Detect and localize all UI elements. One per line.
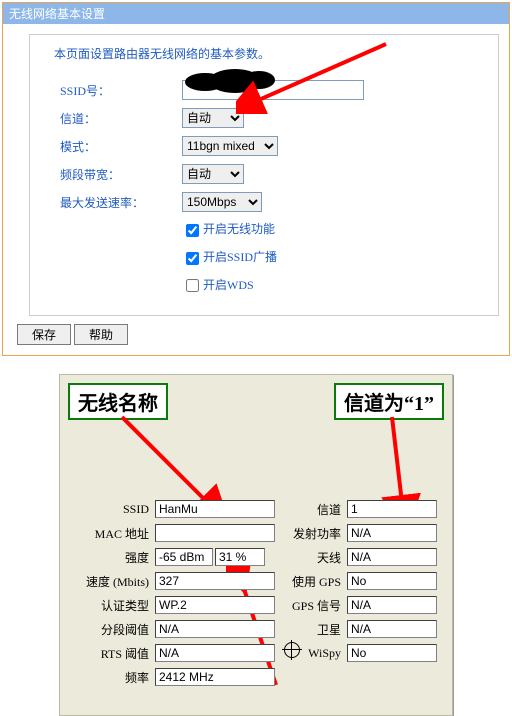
info-strength-pct-field[interactable] xyxy=(215,548,265,566)
enable-wds-row[interactable]: 开启WDS xyxy=(182,278,254,292)
info-antenna-field[interactable] xyxy=(347,548,437,566)
info-gps-label: 使用 GPS xyxy=(278,569,344,593)
enable-wlan-row[interactable]: 开启无线功能 xyxy=(182,222,275,236)
info-txpower-field[interactable] xyxy=(347,524,437,542)
info-sat-field[interactable] xyxy=(347,620,437,638)
info-wispy-label: WiSpy xyxy=(278,641,344,665)
info-rts-label: RTS 阈值 xyxy=(68,641,152,665)
enable-wds-checkbox[interactable] xyxy=(186,279,199,292)
panel-description: 本页面设置路由器无线网络的基本参数。 xyxy=(54,45,486,62)
info-sat-label: 卫星 xyxy=(278,617,344,641)
info-channel-field[interactable] xyxy=(347,500,437,518)
info-frag-label: 分段阈值 xyxy=(68,617,152,641)
maxrate-select[interactable]: 150Mbps xyxy=(182,192,262,212)
wireless-settings-panel: 无线网络基本设置 本页面设置路由器无线网络的基本参数。 SSID号： 信道： 自… xyxy=(2,2,510,356)
settings-form: SSID号： 信道： 自动 模式： 11bgn mixed 频段带宽： 自动 xyxy=(54,76,370,299)
ssid-input[interactable] xyxy=(182,80,364,100)
mode-select[interactable]: 11bgn mixed xyxy=(182,136,278,156)
info-auth-label: 认证类型 xyxy=(68,593,152,617)
info-auth-field[interactable] xyxy=(155,596,275,614)
info-txpower-label: 发射功率 xyxy=(278,521,344,545)
enable-wds-label: 开启WDS xyxy=(203,278,254,292)
maxrate-label: 最大发送速率： xyxy=(54,188,176,216)
enable-broadcast-row[interactable]: 开启SSID广播 xyxy=(182,250,277,264)
ssid-label: SSID号： xyxy=(54,76,176,104)
enable-wlan-checkbox[interactable] xyxy=(186,224,199,237)
callout-ssid: 无线名称 xyxy=(68,383,168,420)
info-strength-dbm-field[interactable] xyxy=(155,548,213,566)
bandwidth-label: 频段带宽： xyxy=(54,160,176,188)
info-strength-label: 强度 xyxy=(68,545,152,569)
wifi-info-panel: 无线名称 信道为“1” SSID 信道 MAC 地址 发射功率 xyxy=(59,374,453,716)
info-mac-label: MAC 地址 xyxy=(68,521,152,545)
channel-select[interactable]: 自动 xyxy=(182,108,244,128)
mode-label: 模式： xyxy=(54,132,176,160)
save-button[interactable]: 保存 xyxy=(17,324,71,345)
panel-content: 本页面设置路由器无线网络的基本参数。 SSID号： 信道： 自动 模式： 11b… xyxy=(29,34,499,316)
info-freq-field[interactable] xyxy=(155,668,275,686)
button-bar: 保存 帮助 xyxy=(17,324,509,345)
info-gpssig-field[interactable] xyxy=(347,596,437,614)
info-rts-field[interactable] xyxy=(155,644,275,662)
info-gpssig-label: GPS 信号 xyxy=(278,593,344,617)
info-freq-label: 频率 xyxy=(68,665,152,689)
help-button[interactable]: 帮助 xyxy=(74,324,128,345)
info-ssid-field[interactable] xyxy=(155,500,275,518)
panel-title: 无线网络基本设置 xyxy=(3,3,509,24)
info-gps-field[interactable] xyxy=(347,572,437,590)
bandwidth-select[interactable]: 自动 xyxy=(182,164,244,184)
info-channel-label: 信道 xyxy=(278,497,344,521)
info-mac-field[interactable] xyxy=(155,524,275,542)
wifi-info-table: SSID 信道 MAC 地址 发射功率 强度 天线 速度 (Mbits) xyxy=(68,497,440,689)
info-antenna-label: 天线 xyxy=(278,545,344,569)
callout-channel: 信道为“1” xyxy=(334,383,444,420)
info-frag-field[interactable] xyxy=(155,620,275,638)
info-speed-label: 速度 (Mbits) xyxy=(68,569,152,593)
enable-wlan-label: 开启无线功能 xyxy=(203,222,275,236)
channel-label: 信道： xyxy=(54,104,176,132)
enable-broadcast-checkbox[interactable] xyxy=(186,252,199,265)
info-ssid-label: SSID xyxy=(68,497,152,521)
enable-broadcast-label: 开启SSID广播 xyxy=(203,250,277,264)
info-speed-field[interactable] xyxy=(155,572,275,590)
info-wispy-field[interactable] xyxy=(347,644,437,662)
